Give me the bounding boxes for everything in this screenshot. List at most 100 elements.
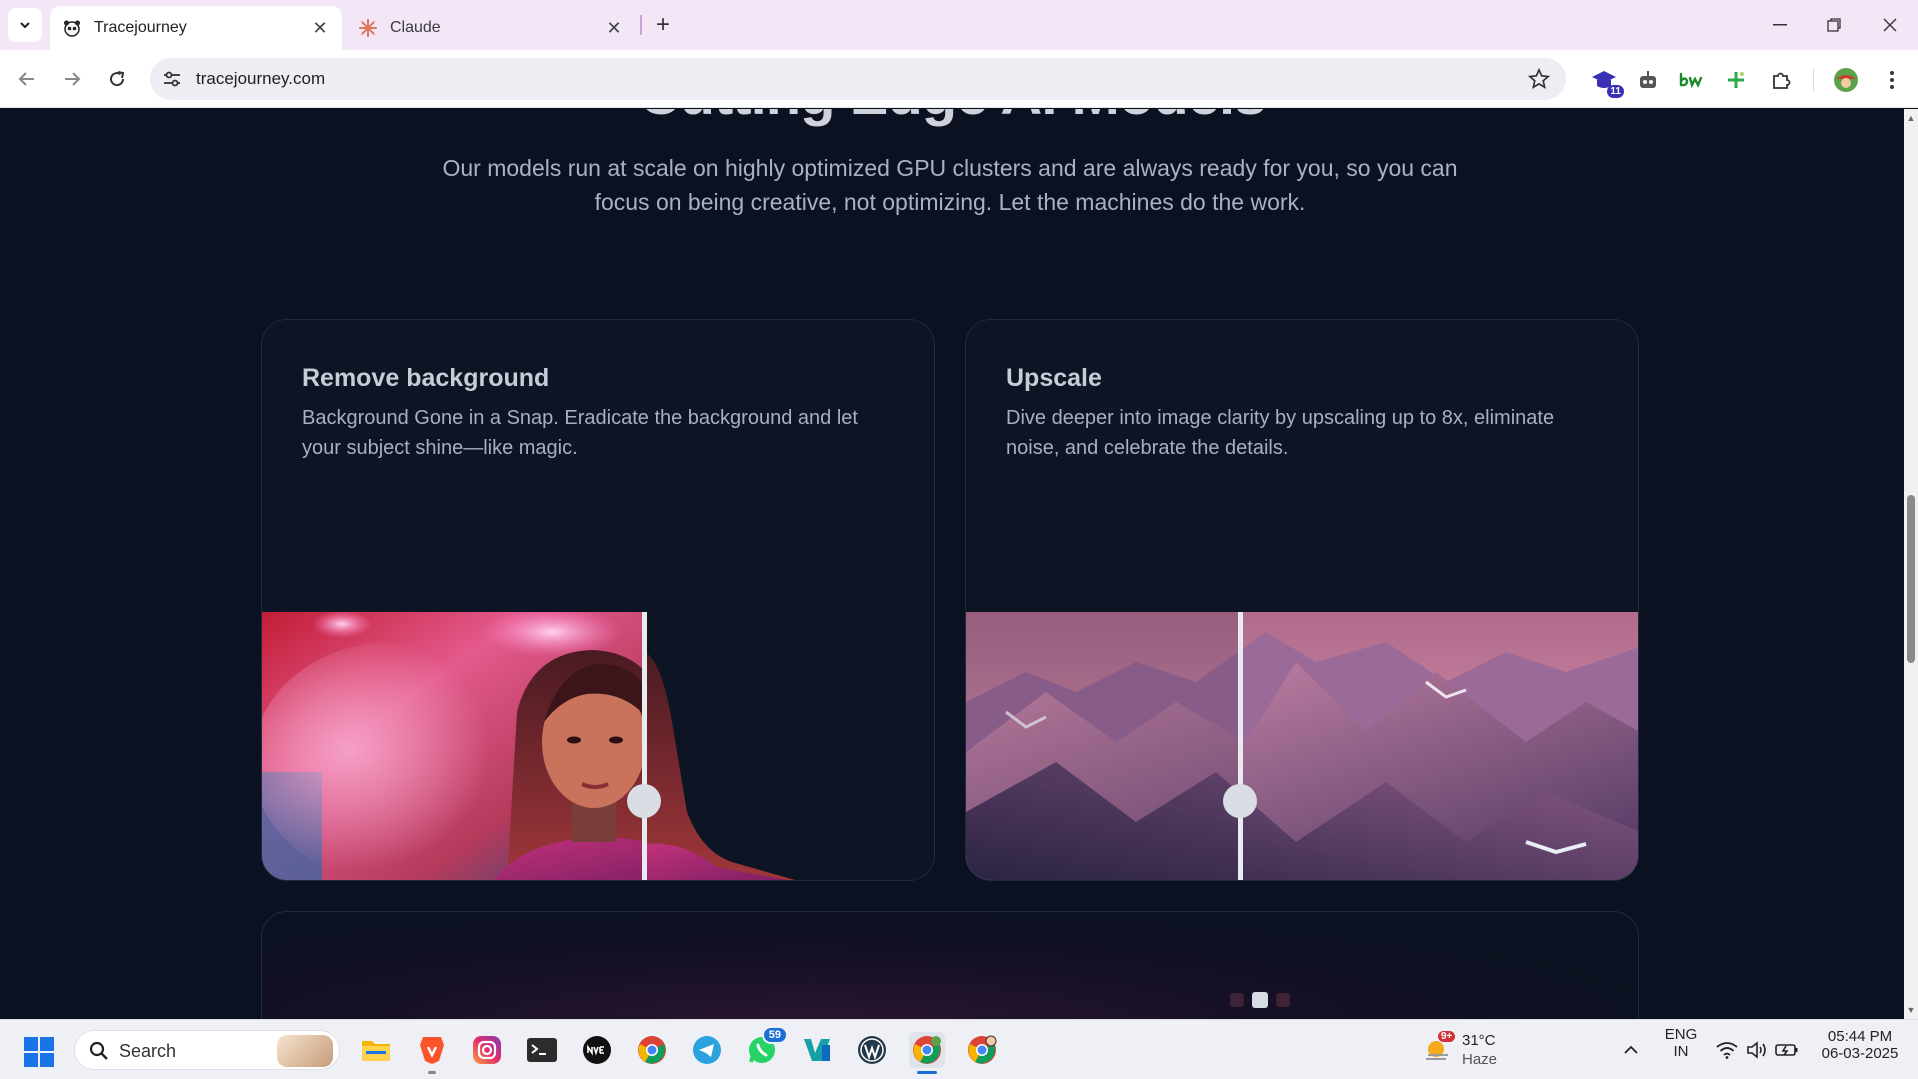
extensions-menu-button[interactable] <box>1767 66 1795 94</box>
close-window-button[interactable] <box>1862 0 1918 50</box>
taskbar-search[interactable]: Search <box>74 1030 340 1070</box>
telegram-icon[interactable] <box>689 1032 725 1068</box>
tab-title: Tracejourney <box>94 19 187 36</box>
show-hidden-icons-button[interactable] <box>1616 1032 1646 1068</box>
card-description: Dive deeper into image clarity by upscal… <box>1006 407 1555 459</box>
close-icon <box>1883 18 1897 32</box>
arrow-left-icon <box>18 72 34 86</box>
terminal-icon[interactable] <box>524 1032 560 1068</box>
weather-temperature: 31°C <box>1462 1032 1496 1049</box>
tab-strip: Tracejourney ✕ Claude ✕ + <box>0 0 1918 50</box>
feature-card-partial <box>261 911 1639 1019</box>
windows-start-icon[interactable] <box>24 1037 54 1067</box>
comparison-slider-handle[interactable] <box>627 784 661 818</box>
close-tab-icon[interactable]: ✕ <box>308 16 332 40</box>
before-after-comparison <box>262 607 934 880</box>
comparison-divider[interactable] <box>1238 612 1243 880</box>
address-bar[interactable]: tracejourney.com <box>150 58 1566 100</box>
vs-icon[interactable] <box>799 1032 835 1068</box>
tab-claude[interactable]: Claude ✕ <box>346 6 636 50</box>
arrow-right-icon <box>65 72 81 86</box>
page-scrollbar[interactable]: ▲ ▼ <box>1904 109 1918 1019</box>
carousel-dot-active[interactable] <box>1252 992 1268 1008</box>
close-tab-icon[interactable]: ✕ <box>602 16 626 40</box>
section-heading: Cutting Edge AI Models <box>0 109 1904 128</box>
tab-title: Claude <box>390 19 441 36</box>
remove-background-card: Remove background Background Gone in a S… <box>261 319 935 881</box>
clock-time: 05:44 PM <box>1827 1028 1893 1045</box>
reload-button[interactable] <box>100 62 134 96</box>
tab-tracejourney[interactable]: Tracejourney ✕ <box>50 6 342 50</box>
restore-icon <box>1827 18 1841 32</box>
carousel-indicators <box>1230 992 1290 1008</box>
url-text: tracejourney.com <box>196 69 326 88</box>
comparison-slider-handle[interactable] <box>1223 784 1257 818</box>
weather-condition: Haze <box>1462 1051 1498 1068</box>
tab-search-dropdown-button[interactable] <box>8 8 42 42</box>
chrome-active-icon[interactable] <box>909 1032 945 1074</box>
minimize-button[interactable] <box>1752 0 1808 50</box>
wifi-icon[interactable] <box>1712 1032 1742 1068</box>
brave-icon[interactable] <box>414 1032 450 1074</box>
carousel-dot[interactable] <box>1230 993 1244 1007</box>
comparison-divider[interactable] <box>642 612 647 880</box>
notification-badge: 59 <box>761 1026 788 1044</box>
profile-avatar-button[interactable] <box>1832 66 1860 94</box>
back-button[interactable] <box>10 62 44 96</box>
chevron-down-icon <box>20 22 30 29</box>
robot-icon <box>1640 71 1656 88</box>
bookmark-star-icon[interactable] <box>1528 68 1550 90</box>
extension-robot-button[interactable] <box>1634 66 1662 94</box>
extension-sparkle-button[interactable] <box>1722 66 1750 94</box>
upscale-card: Upscale Dive deeper into image clarity b… <box>965 319 1639 881</box>
nve-icon[interactable] <box>579 1032 615 1068</box>
language-code: ENG <box>1664 1026 1698 1043</box>
extension-graduation-button[interactable]: 11 <box>1590 66 1624 98</box>
running-indicator <box>428 1071 436 1074</box>
section-subtitle: Our models run at scale on highly optimi… <box>442 155 1458 215</box>
portrait-photo <box>262 607 934 880</box>
browser-toolbar: tracejourney.com 11 <box>0 50 1918 108</box>
chrome-icon[interactable] <box>634 1032 670 1068</box>
avatar-icon <box>1834 68 1858 92</box>
weather-widget[interactable]: 9+ 31°C Haze <box>1420 1029 1530 1073</box>
wordpress-icon[interactable] <box>854 1032 890 1068</box>
chevron-up-icon <box>1624 1045 1638 1054</box>
bw-logo-icon <box>1679 72 1703 88</box>
puzzle-icon <box>1773 72 1791 89</box>
scroll-down-arrow-icon[interactable]: ▼ <box>1906 1005 1916 1015</box>
active-window-indicator <box>917 1071 937 1074</box>
site-info-icon[interactable] <box>162 69 182 89</box>
card-title: Upscale <box>1006 364 1102 392</box>
webpage-viewport: Cutting Edge AI Models Our models run at… <box>0 109 1904 1019</box>
instagram-icon[interactable] <box>469 1032 505 1068</box>
volume-icon[interactable] <box>1742 1032 1772 1068</box>
carousel-dot[interactable] <box>1276 993 1290 1007</box>
file-explorer-icon[interactable] <box>358 1032 394 1068</box>
clock[interactable]: 05:44 PM 06-03-2025 <box>1810 1028 1910 1062</box>
more-vertical-icon <box>1890 71 1894 89</box>
weather-badge: 9+ <box>1438 1031 1456 1042</box>
panda-favicon-icon <box>62 18 82 38</box>
scroll-up-arrow-icon[interactable]: ▲ <box>1906 113 1916 123</box>
tab-separator <box>640 15 642 35</box>
language-indicator[interactable]: ENG IN <box>1660 1026 1702 1060</box>
search-icon <box>89 1041 108 1060</box>
windows-taskbar: Search 59 9+ 31°C Haze ENG IN 05:44 PM 0… <box>0 1019 1918 1079</box>
card-title: Remove background <box>302 364 550 392</box>
restore-button[interactable] <box>1806 0 1862 50</box>
new-tab-button[interactable]: + <box>648 10 678 40</box>
chrome-alt-icon[interactable] <box>964 1032 1000 1068</box>
extension-bw-button[interactable] <box>1678 66 1706 94</box>
scrollbar-thumb[interactable] <box>1907 495 1915 663</box>
battery-charging-icon[interactable] <box>1772 1032 1802 1068</box>
minimize-icon <box>1773 24 1787 26</box>
card-description: Background Gone in a Snap. Eradicate the… <box>302 407 858 459</box>
extension-badge: 11 <box>1607 85 1624 98</box>
chrome-menu-button[interactable] <box>1878 66 1906 94</box>
reload-icon <box>110 71 125 87</box>
before-after-comparison <box>966 612 1638 880</box>
forward-button[interactable] <box>55 62 89 96</box>
whatsapp-icon[interactable]: 59 <box>744 1026 788 1068</box>
claude-favicon-icon <box>358 18 378 38</box>
